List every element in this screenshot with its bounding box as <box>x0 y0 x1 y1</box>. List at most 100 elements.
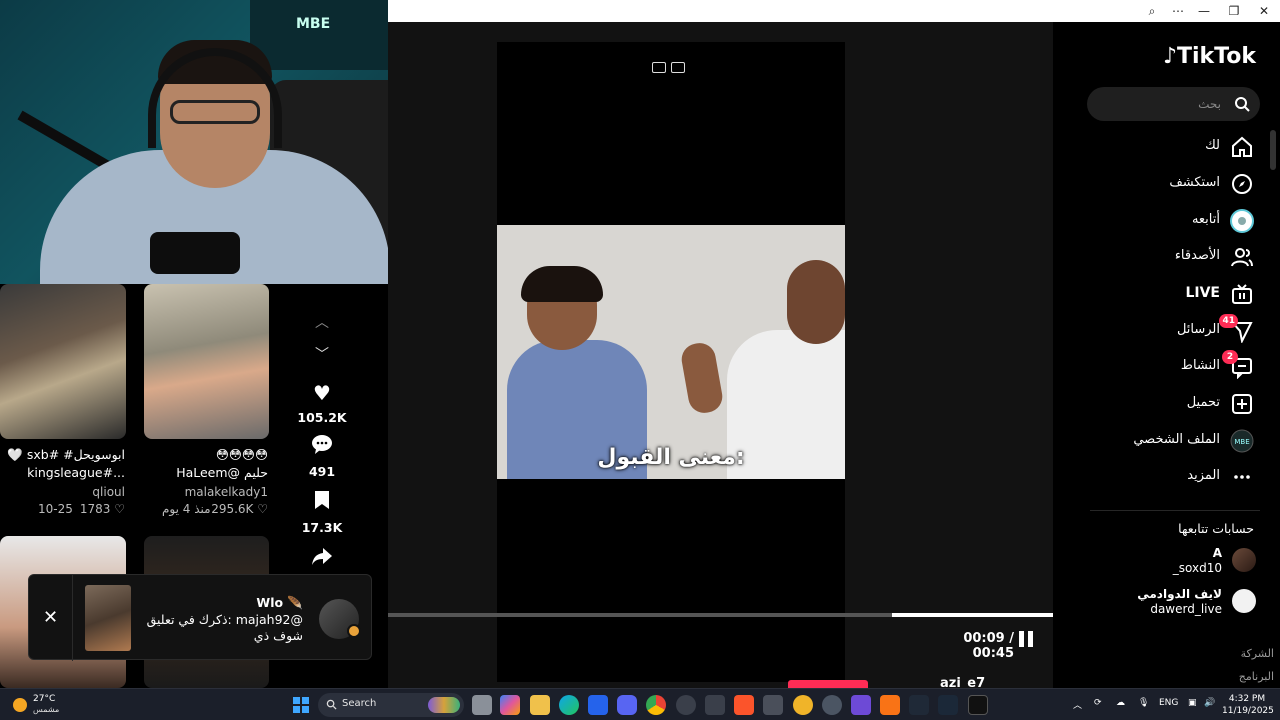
account-handle: dawerd_live <box>1150 602 1222 616</box>
steam-icon[interactable] <box>938 695 958 715</box>
sidebar-item-0[interactable]: لك <box>1090 132 1260 162</box>
grid-author-1[interactable]: qlioul <box>92 485 125 499</box>
close-window-button[interactable]: ✕ <box>1252 2 1276 20</box>
brave-icon[interactable] <box>734 695 754 715</box>
picture-in-picture-icon[interactable] <box>652 62 666 73</box>
windows-taskbar: 27°C مشمس Search ︿ ⟳ ☁ 🎙 ENG ▣ 🔊 4:32 PM… <box>0 688 1280 720</box>
mini-player-icon[interactable] <box>671 62 685 73</box>
tray-wifi-icon[interactable]: ▣ <box>1188 698 1197 708</box>
search-input[interactable] <box>1101 87 1221 121</box>
store-icon[interactable] <box>588 695 608 715</box>
tiktok-logo[interactable]: ♪TikTok <box>1156 44 1256 69</box>
app-face-icon[interactable] <box>793 695 813 715</box>
sidebar-item-label: المزيد <box>1187 468 1220 483</box>
weather-temp[interactable]: 27°C <box>33 694 55 704</box>
following-account-2[interactable]: لايف الدوادمي dawerd_live <box>1120 587 1260 619</box>
previous-video-icon[interactable]: ︿ <box>312 312 332 332</box>
sidebar-item-label: أتابعه <box>1191 212 1220 227</box>
avatar <box>1232 589 1256 613</box>
webcam-overlay: MBE <box>0 0 388 284</box>
discord-icon[interactable] <box>617 695 637 715</box>
minimize-button[interactable]: — <box>1192 2 1216 20</box>
grid-title-1a[interactable]: 🤍 sxb# #ابوسويحل <box>7 447 125 463</box>
copilot-icon[interactable] <box>500 695 520 715</box>
search-icon <box>326 699 337 710</box>
sidebar-item-label: النشاط <box>1180 358 1220 373</box>
grid-title-2a[interactable]: 😳😳😳😳 <box>216 447 268 462</box>
maximize-button[interactable]: ❐ <box>1222 2 1246 20</box>
more-options-icon[interactable]: ⋯ <box>1166 2 1190 20</box>
grid-date-1: 10-25 <box>38 502 73 516</box>
sidebar-item-7[interactable]: تحميل <box>1090 389 1260 419</box>
notification-count-badge: 41 <box>1219 314 1238 328</box>
sidebar-item-3[interactable]: الأصدقاء <box>1090 242 1260 272</box>
zoom-icon[interactable]: ⌕ <box>1140 2 1164 20</box>
file-explorer-icon[interactable] <box>530 695 550 715</box>
comment-count: 491 <box>308 464 336 479</box>
search-icon[interactable] <box>1234 96 1250 112</box>
tray-chevron-icon[interactable]: ︿ <box>1073 698 1082 711</box>
share-arrow-icon[interactable] <box>310 546 334 568</box>
following-account-1[interactable]: A _soxd10 <box>1120 546 1260 578</box>
sidebar-item-6[interactable]: النشاط 2 <box>1090 350 1260 382</box>
obs-icon[interactable] <box>676 695 696 715</box>
app-purple-icon[interactable] <box>851 695 871 715</box>
footer-link-company[interactable]: الشركة <box>1200 647 1274 660</box>
bookmark-icon[interactable] <box>310 490 334 512</box>
taskbar-clock[interactable]: 4:32 PM 11/19/2025 <box>1222 693 1274 717</box>
sidebar-scrollbar[interactable] <box>1270 130 1276 170</box>
sidebar-item-8[interactable]: الملف الشخصي MBE <box>1090 426 1260 456</box>
sun-icon[interactable] <box>13 698 27 712</box>
footer-link-program[interactable]: البرنامج <box>1200 670 1274 683</box>
chrome-icon[interactable] <box>646 695 666 715</box>
search-box[interactable] <box>1087 87 1260 121</box>
mention-notification[interactable]: ✕ Wlo 🪶 ذكرك في تعليق: majah92@ شوف ذي <box>28 574 372 661</box>
tiktok-brand-text: TikTok <box>1176 44 1256 69</box>
sidebar-item-1[interactable]: استكشف <box>1090 169 1260 199</box>
sidebar-item-2[interactable]: أتابعه <box>1090 206 1260 236</box>
tray-mic-icon[interactable]: 🎙 <box>1138 698 1149 708</box>
save-count: 17.3K <box>301 520 343 535</box>
sidebar-divider <box>1090 510 1260 511</box>
browser-title-bar: ⌕ ⋯ — ❐ ✕ <box>388 0 1280 22</box>
like-heart-icon[interactable]: ♥ <box>310 382 334 404</box>
grid-author-2[interactable]: malakelkady1 <box>185 485 268 499</box>
tray-volume-icon[interactable]: 🔊 <box>1204 698 1215 708</box>
tray-cloud-icon[interactable]: ☁ <box>1116 698 1125 708</box>
grid-thumbnail-2[interactable] <box>144 284 269 439</box>
comment-bubble-icon[interactable] <box>310 434 334 456</box>
taskbar-search[interactable]: Search <box>318 693 464 717</box>
app-orange-icon[interactable] <box>880 695 900 715</box>
like-count: 105.2K <box>297 410 347 425</box>
sidebar-item-label: الأصدقاء <box>1174 248 1220 263</box>
grid-thumbnail-1[interactable] <box>0 284 126 439</box>
next-video-icon[interactable]: ﹀ <box>312 344 332 364</box>
notification-video-thumbnail[interactable] <box>85 585 131 651</box>
app-x-icon[interactable] <box>763 695 783 715</box>
sidebar-item-5[interactable]: الرسائل 41 <box>1090 314 1260 346</box>
grid-title-1b[interactable]: kingsleague#... <box>27 465 125 480</box>
app-settings-icon[interactable] <box>822 695 842 715</box>
grid-title-2b[interactable]: HaLeem@ حليم <box>176 465 268 480</box>
app-dark-icon[interactable] <box>909 695 929 715</box>
player-controls-top <box>652 58 692 74</box>
home-icon <box>1230 135 1254 159</box>
windows-start-icon[interactable] <box>293 697 309 713</box>
tiktok-app-icon[interactable] <box>968 695 988 715</box>
close-icon[interactable]: ✕ <box>29 575 73 661</box>
sidebar-item-9[interactable]: المزيد <box>1090 462 1260 492</box>
follow-button-peek[interactable] <box>788 680 868 688</box>
tray-network-app-icon[interactable]: ⟳ <box>1094 698 1102 708</box>
edge-icon[interactable] <box>559 695 579 715</box>
sidebar-item-label: تحميل <box>1186 395 1220 410</box>
video-time: 00:09 / 00:45 <box>963 631 1014 661</box>
sidebar-item-label: الملف الشخصي <box>1133 432 1220 447</box>
clock-date: 11/19/2025 <box>1222 706 1274 716</box>
task-view-icon[interactable] <box>472 695 492 715</box>
language-indicator[interactable]: ENG <box>1159 698 1178 708</box>
notification-user: Wlo 🪶 <box>256 595 303 610</box>
sidebar-item-4[interactable]: LIVE <box>1090 279 1260 309</box>
pause-icon[interactable] <box>1018 631 1034 647</box>
app-g-icon[interactable] <box>705 695 725 715</box>
clock-time: 4:32 PM <box>1228 694 1266 704</box>
